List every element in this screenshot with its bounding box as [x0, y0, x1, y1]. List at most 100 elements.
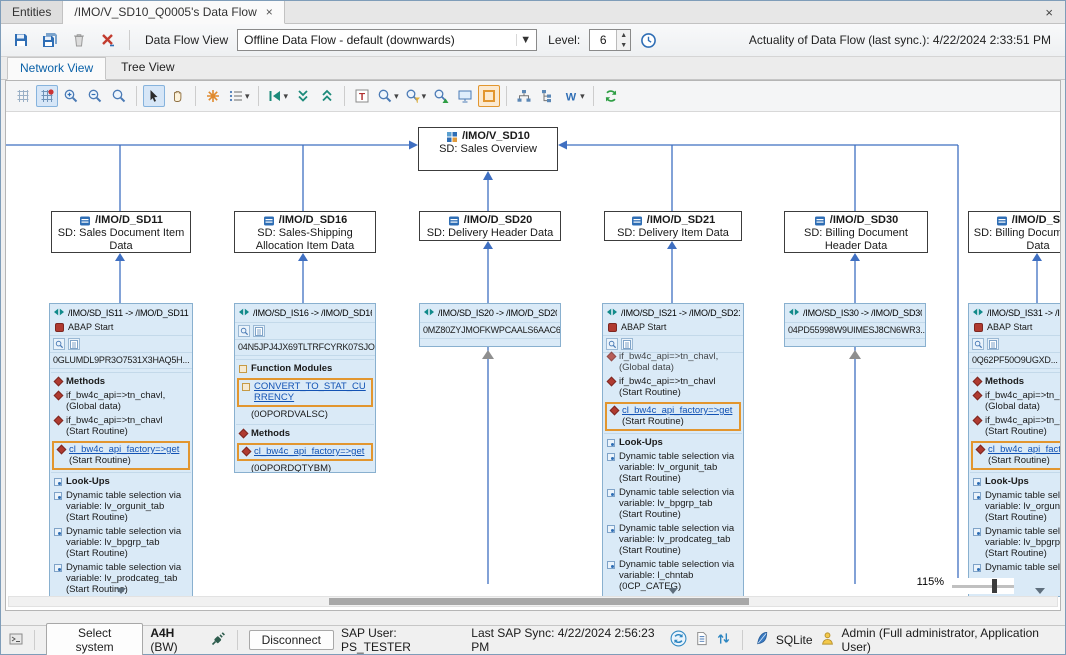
zoom-slider-thumb[interactable]	[992, 579, 997, 593]
tab-dataflow[interactable]: /IMO/V_SD10_Q0005's Data Flow ×	[63, 1, 284, 24]
transformation-subtitle: ABAP Start	[68, 322, 113, 333]
tab-close-icon[interactable]: ×	[266, 6, 273, 18]
node-title-text: SD: Sales Document Item Data	[52, 227, 190, 253]
chevron-down-icon[interactable]: ▼	[516, 34, 534, 46]
transformation-icon	[972, 306, 984, 321]
tf-entry: if_bw4c_api=>tn_chavl,(Global data)	[604, 350, 742, 375]
delete-icon[interactable]	[67, 28, 91, 52]
transfer-icon[interactable]	[716, 631, 731, 649]
tf-hash: 0GLUMDL9PR3O7531X3HAQ5H...	[50, 352, 192, 368]
zoom-slider[interactable]	[952, 578, 1014, 594]
level-input[interactable]: 6 ▲▼	[589, 29, 631, 51]
level-spinner-up-icon[interactable]: ▲	[617, 30, 630, 40]
zoom-mini-icon[interactable]	[238, 325, 250, 337]
console-icon[interactable]	[9, 632, 23, 649]
zoom-mini-icon[interactable]	[53, 338, 65, 350]
transformation-card-is21[interactable]: /IMO/SD_IS21 -> /IMO/D_SD21ABAP Startif_…	[602, 303, 744, 597]
transformation-card-is16[interactable]: /IMO/SD_IS16 -> /IMO/D_SD1604N5JPJ4JX69T…	[234, 303, 376, 473]
method-icon	[57, 445, 67, 455]
zoom-mini-icon[interactable]	[606, 338, 618, 350]
refresh-icon[interactable]	[600, 85, 622, 107]
disconnect-button[interactable]: Disconnect	[249, 630, 334, 650]
scroll-more-indicator[interactable]	[668, 588, 678, 594]
doc-mini-icon[interactable]	[987, 338, 999, 350]
transformation-card-is20[interactable]: /IMO/SD_IS20 -> /IMO/D_SD200MZ80ZYJMOFKW…	[419, 303, 561, 347]
scroll-more-indicator[interactable]	[116, 588, 126, 594]
hierarchy-icon[interactable]	[513, 85, 535, 107]
lookup-icon	[607, 561, 615, 569]
save-icon[interactable]	[9, 28, 33, 52]
tf-entry: if_bw4c_api=>tn_chavl(Start Routine)	[604, 375, 742, 400]
composite-provider-icon	[446, 131, 458, 143]
search-chart-icon[interactable]	[430, 85, 452, 107]
transformation-title: /IMO/SD_IS11 -> /IMO/D_SD11	[68, 308, 189, 319]
discard-icon[interactable]	[96, 28, 120, 52]
tf-entry[interactable]: cl_bw4c_api_factory=>get(Start Routine)	[605, 402, 741, 431]
auto-layout-icon[interactable]	[202, 85, 224, 107]
collapse-all-icon[interactable]	[292, 85, 314, 107]
clock-icon[interactable]	[636, 28, 660, 52]
zoom-out-icon[interactable]	[84, 85, 106, 107]
expand-all-icon[interactable]	[316, 85, 338, 107]
node-id: /IMO/D_SD20	[464, 214, 532, 227]
node-id: /IMO/D_SD21	[647, 214, 715, 227]
entity-node-v-sd10[interactable]: /IMO/V_SD10 SD: Sales Overview	[418, 127, 558, 171]
pane-close-icon[interactable]: ×	[1033, 5, 1065, 20]
actuality-text: Actuality of Data Flow (last sync.): 4/2…	[749, 33, 1057, 47]
zoom-mini-icon[interactable]	[972, 338, 984, 350]
pan-hand-icon[interactable]	[167, 85, 189, 107]
doc-mini-icon[interactable]	[621, 338, 633, 350]
tf-hash: 0Q62PF50O9UGXD...	[969, 352, 1060, 368]
wz-dropdown-icon[interactable]: W▾	[561, 85, 587, 107]
entity-node-sd30[interactable]: /IMO/D_SD30 SD: Billing Document Header …	[784, 211, 928, 253]
level-spinner-down-icon[interactable]: ▼	[617, 40, 630, 50]
entity-node-sd20[interactable]: /IMO/D_SD20 SD: Delivery Header Data	[419, 211, 561, 241]
tab-entities[interactable]: Entities	[1, 1, 63, 23]
entity-node-sd31[interactable]: /IMO/D_SD31 SD: Billing Document Item Da…	[968, 211, 1060, 253]
tf-entry[interactable]: cl_bw4c_api_factory=>get(Start Routine)	[52, 441, 190, 470]
dataflow-view-select[interactable]: Offline Data Flow - default (downwards) …	[237, 29, 537, 51]
zoom-fit-icon[interactable]	[108, 85, 130, 107]
level-value[interactable]: 6	[590, 30, 616, 50]
hierarchy-compact-icon[interactable]	[537, 85, 559, 107]
list-dropdown-icon[interactable]: ▾	[226, 85, 252, 107]
entity-node-sd21[interactable]: /IMO/D_SD21 SD: Delivery Item Data	[604, 211, 742, 241]
save-all-icon[interactable]	[38, 28, 62, 52]
tf-section-header: Function Modules	[236, 359, 374, 376]
tf-entry[interactable]: CONVERT_TO_STAT_CURRENCY	[237, 378, 373, 407]
transformation-card-is31[interactable]: /IMO/SD_IS31 -> /IMO/D_SD31ABAP Start0Q6…	[968, 303, 1060, 597]
presentation-icon[interactable]	[454, 85, 476, 107]
cursor-icon[interactable]	[143, 85, 165, 107]
network-canvas[interactable]: /IMO/V_SD10 SD: Sales Overview /IMO/D_SD…	[6, 112, 1060, 610]
scroll-more-indicator[interactable]	[1035, 588, 1045, 594]
zoom-in-icon[interactable]	[60, 85, 82, 107]
doc-mini-icon[interactable]	[68, 338, 80, 350]
highlight-icon[interactable]	[478, 85, 500, 107]
grid-pin-icon[interactable]	[36, 85, 58, 107]
sync-icon[interactable]	[670, 630, 687, 650]
search-filter-icon[interactable]: ▾	[403, 85, 429, 107]
tab-tree-view[interactable]: Tree View	[108, 56, 187, 79]
tab-network-view[interactable]: Network View	[7, 57, 106, 80]
doc-mini-icon[interactable]	[253, 325, 265, 337]
main-toolbar: Data Flow View Offline Data Flow - defau…	[1, 24, 1065, 57]
transformation-card-is11[interactable]: /IMO/SD_IS11 -> /IMO/D_SD11 ABAP Start 0GL…	[49, 303, 193, 597]
lookup-icon	[973, 528, 981, 536]
tf-section-header: Look-Ups	[970, 472, 1060, 489]
zoom-slider-track[interactable]	[952, 585, 1014, 588]
horizontal-scrollbar[interactable]	[8, 596, 1058, 607]
horizontal-scrollbar-thumb[interactable]	[329, 598, 749, 605]
log-icon[interactable]	[694, 631, 709, 649]
go-to-start-icon[interactable]: ▾	[265, 85, 291, 107]
tf-entry[interactable]: cl_bw4c_api_factory=>get	[237, 443, 373, 461]
entity-node-sd11[interactable]: /IMO/D_SD11 SD: Sales Document Item Data	[51, 211, 191, 253]
text-tool-icon[interactable]: T	[351, 85, 373, 107]
transformation-card-is30[interactable]: /IMO/SD_IS30 -> /IMO/D_SD3004PD55998W9UI…	[784, 303, 926, 347]
search-icon[interactable]: ▾	[375, 85, 401, 107]
transformation-title: /IMO/SD_IS20 -> /IMO/D_SD20	[438, 308, 557, 319]
select-system-button[interactable]: Select system	[46, 623, 143, 655]
tf-entry[interactable]: cl_bw4c_api_factory=>get(Start Routine)	[971, 441, 1060, 470]
grid-icon[interactable]	[12, 85, 34, 107]
user-icon	[820, 631, 835, 649]
entity-node-sd16[interactable]: /IMO/D_SD16 SD: Sales-Shipping Allocatio…	[234, 211, 376, 253]
